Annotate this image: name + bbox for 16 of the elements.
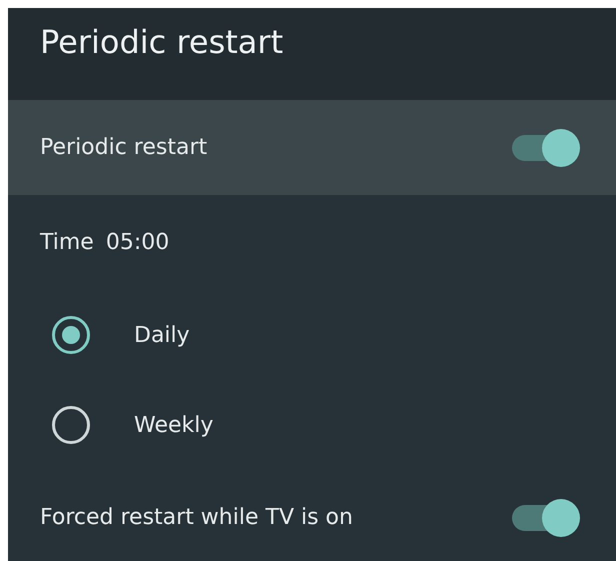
settings-row[interactable]: Time 05:00 [8,195,616,290]
toggle-switch[interactable] [512,498,580,536]
settings-row[interactable]: Forced restart while TV is on [8,470,616,561]
page-title: Periodic restart [40,22,284,62]
toggle-switch[interactable] [512,128,580,166]
setting-label: Periodic restart [40,134,208,162]
radio-button[interactable] [52,406,90,444]
setting-label: Forced restart while TV is on [40,504,353,532]
radio-label: Weekly [134,412,214,440]
setting-label: Time [40,229,94,257]
time-value: 05:00 [106,229,170,257]
settings-row[interactable]: Daily [8,290,616,380]
radio-button[interactable] [52,316,90,354]
settings-row[interactable]: Weekly [8,380,616,470]
settings-row[interactable]: Periodic restart [8,100,616,195]
radio-label: Daily [134,322,190,350]
